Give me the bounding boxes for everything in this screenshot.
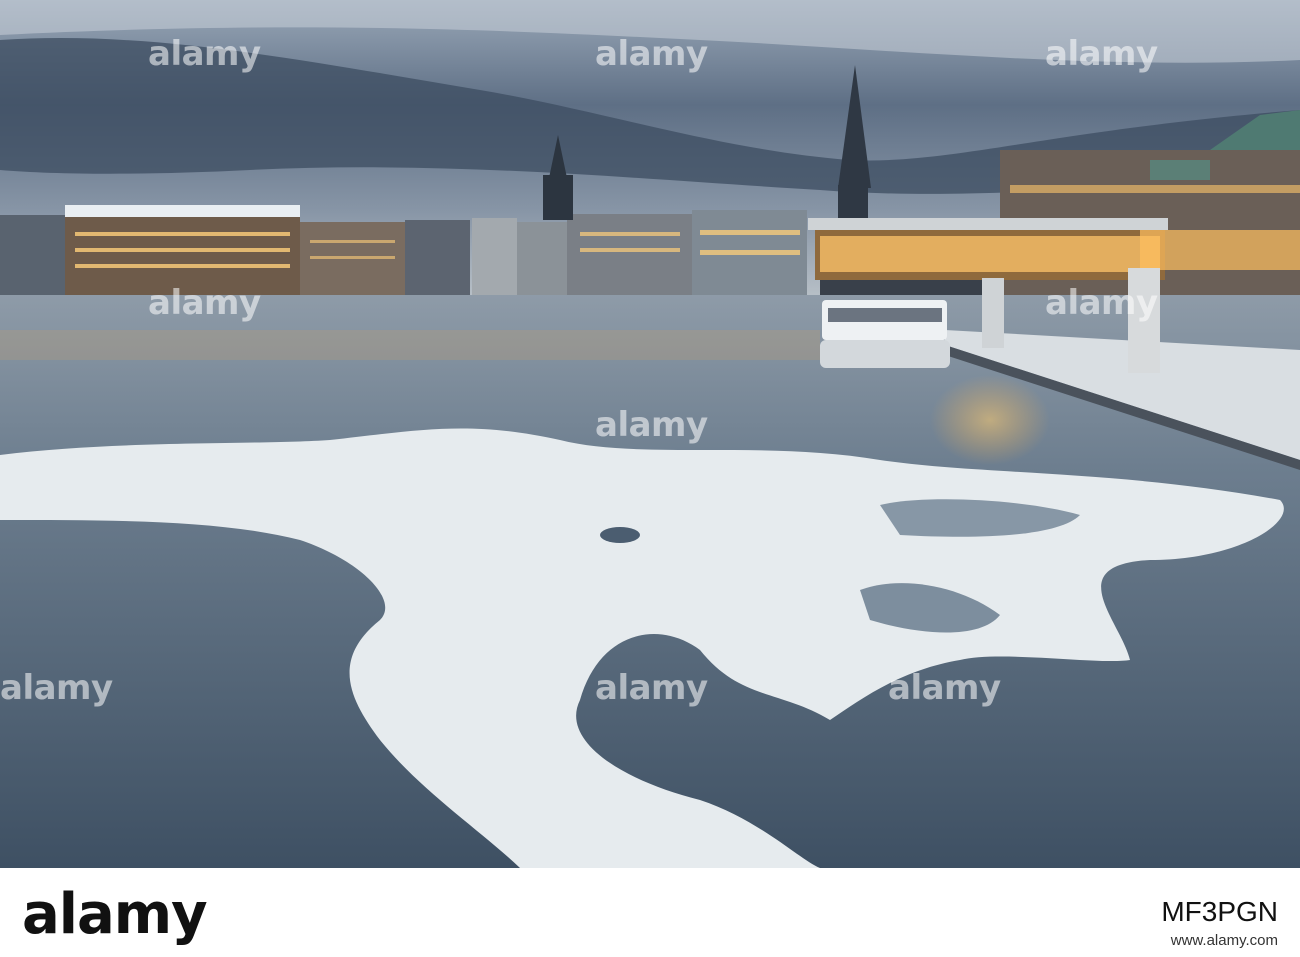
watermark-text: alamy bbox=[148, 34, 261, 74]
reflection-band bbox=[0, 330, 820, 360]
watermark-text: alamy bbox=[595, 405, 708, 445]
watermark-text: alamy bbox=[595, 34, 708, 74]
image-id: MF3PGN bbox=[1161, 896, 1278, 927]
alamy-logo: alamy bbox=[22, 882, 208, 947]
watermark-text: alamy bbox=[148, 283, 261, 323]
watermark-text: alamy bbox=[0, 668, 113, 708]
credit-url[interactable]: www.alamy.com bbox=[1171, 932, 1278, 949]
boat bbox=[820, 300, 950, 368]
watermark-text: alamy bbox=[1045, 34, 1158, 74]
watermark-text: alamy bbox=[888, 668, 1001, 708]
footer-bar: alamy bbox=[0, 868, 1300, 957]
watermark-text: alamy bbox=[1045, 283, 1158, 323]
watermark-text: alamy bbox=[595, 668, 708, 708]
